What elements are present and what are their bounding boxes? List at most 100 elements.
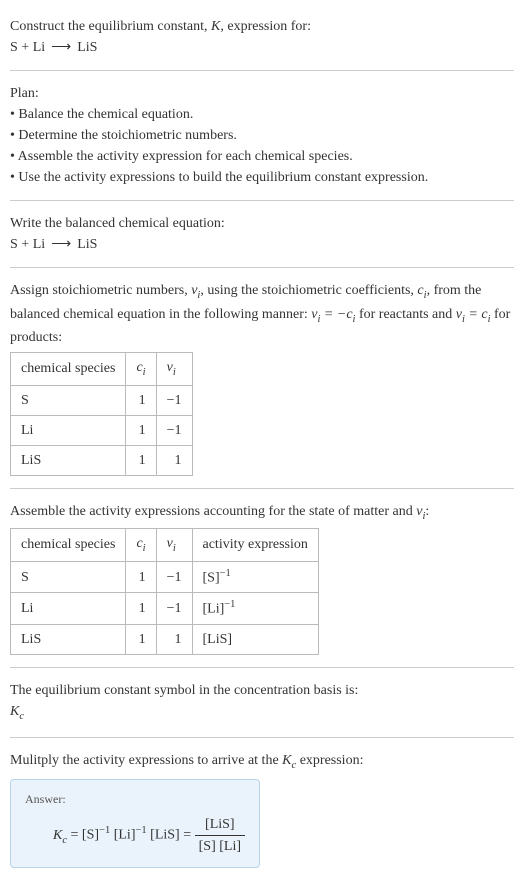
arrow-icon: ⟶: [45, 40, 77, 55]
intro-reaction: S + Li⟶LiS: [10, 37, 514, 58]
rel2: νi = ci: [456, 307, 491, 322]
stoich-section: Assign stoichiometric numbers, νi, using…: [10, 272, 514, 484]
cell-nui: 1: [156, 445, 192, 475]
stoich-text: Assign stoichiometric numbers, νi, using…: [10, 280, 514, 348]
divider: [10, 70, 514, 71]
kc-symbol: Kc: [10, 701, 514, 725]
activity-section: Assemble the activity expressions accoun…: [10, 493, 514, 663]
conc: [S]: [203, 570, 220, 585]
cell-activity: [Li]−1: [192, 593, 318, 625]
intro-section: Construct the equilibrium constant, K, e…: [10, 8, 514, 66]
reactant-s: S: [10, 40, 18, 55]
eq: =: [465, 307, 481, 322]
term-lis: [LiS]: [150, 828, 180, 843]
divider: [10, 667, 514, 668]
sub-i: i: [143, 367, 146, 378]
cell-nui: −1: [156, 561, 192, 593]
multiply-text-b: expression:: [296, 753, 363, 768]
cell-nui: 1: [156, 625, 192, 655]
plan-section: Plan: • Balance the chemical equation. •…: [10, 75, 514, 196]
table-row: Li 1 −1: [11, 415, 193, 445]
intro-line1: Construct the equilibrium constant, K, e…: [10, 16, 514, 37]
equals: =: [180, 828, 195, 843]
exp: −1: [99, 825, 110, 836]
cell-ci: 1: [126, 593, 156, 625]
stoich-text-a: Assign stoichiometric numbers,: [10, 283, 191, 298]
cell-species: LiS: [11, 445, 126, 475]
activity-text-a: Assemble the activity expressions accoun…: [10, 504, 416, 519]
cell-nui: −1: [156, 415, 192, 445]
cell-nui: −1: [156, 385, 192, 415]
activity-text-b: :: [425, 504, 429, 519]
K: K: [282, 753, 291, 768]
stoich-text-d: for reactants and: [355, 307, 455, 322]
cell-activity: [S]−1: [192, 561, 318, 593]
exp: −1: [220, 568, 231, 579]
cell-ci: 1: [126, 415, 156, 445]
arrow-icon: ⟶: [45, 237, 77, 252]
cell-species: S: [11, 561, 126, 593]
activity-text: Assemble the activity expressions accoun…: [10, 501, 514, 525]
K: K: [53, 828, 62, 843]
col-ci: ci: [126, 529, 156, 562]
plus: +: [18, 40, 33, 55]
cell-activity: [LiS]: [192, 625, 318, 655]
table-row: LiS 1 1 [LiS]: [11, 625, 319, 655]
cell-ci: 1: [126, 445, 156, 475]
table-row: S 1 −1: [11, 385, 193, 415]
cell-species: S: [11, 385, 126, 415]
reactant-li: Li: [33, 237, 45, 252]
answer-label: Answer:: [25, 790, 245, 808]
term-s: [S]: [82, 828, 99, 843]
fraction: [LiS][S] [Li]: [195, 814, 245, 857]
nu-symbol: νi: [191, 283, 200, 298]
rel1: νi = −ci: [311, 307, 355, 322]
cell-ci: 1: [126, 625, 156, 655]
cell-ci: 1: [126, 385, 156, 415]
table-row: Li 1 −1 [Li]−1: [11, 593, 319, 625]
table-header-row: chemical species ci νi: [11, 353, 193, 386]
plan-item-1: • Balance the chemical equation.: [10, 104, 514, 125]
divider: [10, 267, 514, 268]
table-header-row: chemical species ci νi activity expressi…: [11, 529, 319, 562]
col-species: chemical species: [11, 529, 126, 562]
kc-symbol: Kc: [282, 753, 296, 768]
cell-species: LiS: [11, 625, 126, 655]
col-nui: νi: [156, 529, 192, 562]
term-li: [Li]: [114, 828, 136, 843]
plan-item-4: • Use the activity expressions to build …: [10, 167, 514, 188]
symbol-section: The equilibrium constant symbol in the c…: [10, 672, 514, 733]
col-species: chemical species: [11, 353, 126, 386]
plan-heading: Plan:: [10, 83, 514, 104]
intro-text-b: , expression for:: [220, 19, 311, 34]
conc: [Li]: [203, 602, 225, 617]
cell-ci: 1: [126, 561, 156, 593]
answer-expression: Kc = [S]−1 [Li]−1 [LiS] = [LiS][S] [Li]: [25, 814, 245, 857]
col-nui: νi: [156, 353, 192, 386]
balanced-section: Write the balanced chemical equation: S …: [10, 205, 514, 263]
k-symbol: K: [211, 19, 220, 34]
balanced-reaction: S + Li⟶LiS: [10, 234, 514, 255]
multiply-section: Mulitply the activity expressions to arr…: [10, 742, 514, 877]
eq-neg: = −: [320, 307, 346, 322]
table-row: S 1 −1 [S]−1: [11, 561, 319, 593]
equals: =: [67, 828, 82, 843]
symbol-text: The equilibrium constant symbol in the c…: [10, 680, 514, 701]
plan-item-3: • Assemble the activity expression for e…: [10, 146, 514, 167]
exp: −1: [224, 599, 235, 610]
fraction-numerator: [LiS]: [195, 814, 245, 836]
cell-nui: −1: [156, 593, 192, 625]
multiply-text-a: Mulitply the activity expressions to arr…: [10, 753, 282, 768]
plus: +: [18, 237, 33, 252]
balanced-heading: Write the balanced chemical equation:: [10, 213, 514, 234]
divider: [10, 200, 514, 201]
stoich-text-b: , using the stoichiometric coefficients,: [200, 283, 417, 298]
answer-box: Answer: Kc = [S]−1 [Li]−1 [LiS] = [LiS][…: [10, 779, 260, 868]
divider: [10, 737, 514, 738]
sub-c: c: [19, 711, 24, 722]
stoich-table: chemical species ci νi S 1 −1 Li 1 −1 Li…: [10, 352, 193, 476]
plan-item-2: • Determine the stoichiometric numbers.: [10, 125, 514, 146]
col-activity: activity expression: [192, 529, 318, 562]
intro-text-a: Construct the equilibrium constant,: [10, 19, 211, 34]
c-symbol: ci: [417, 283, 426, 298]
